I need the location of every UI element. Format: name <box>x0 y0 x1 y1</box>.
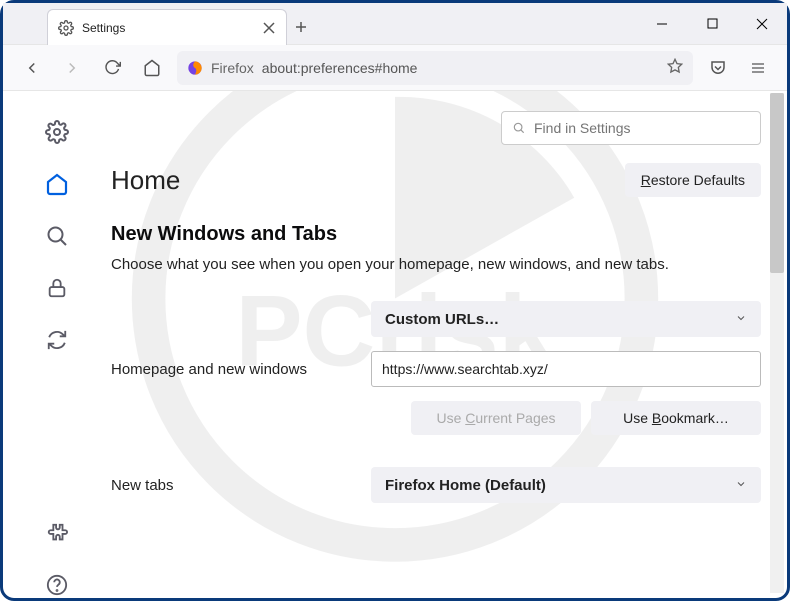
sidebar-extensions-icon[interactable] <box>44 520 70 546</box>
section-description: Choose what you see when you open your h… <box>111 254 761 275</box>
chevron-down-icon <box>735 477 747 494</box>
chevron-down-icon <box>735 311 747 328</box>
restore-defaults-button[interactable]: Restore Defaults <box>625 163 761 197</box>
newtabs-label: New tabs <box>111 477 371 494</box>
sidebar-general-icon[interactable] <box>44 119 70 145</box>
url-text: about:preferences#home <box>262 60 418 76</box>
gear-icon <box>58 20 74 36</box>
pocket-button[interactable] <box>703 53 733 83</box>
sidebar-home-icon[interactable] <box>44 171 70 197</box>
use-bookmark-button[interactable]: Use Bookmark… <box>591 401 761 435</box>
app-menu-button[interactable] <box>743 53 773 83</box>
homepage-mode-select[interactable]: Custom URLs… <box>371 301 761 337</box>
settings-sidebar <box>3 91 111 598</box>
sidebar-sync-icon[interactable] <box>44 327 70 353</box>
tab-title: Settings <box>82 21 254 35</box>
new-tab-button[interactable] <box>287 9 315 44</box>
back-button[interactable] <box>17 53 47 83</box>
homepage-label: Homepage and new windows <box>111 361 371 378</box>
reload-button[interactable] <box>97 53 127 83</box>
homepage-url-input[interactable] <box>371 351 761 387</box>
use-current-pages-button[interactable]: Use Current Pages <box>411 401 581 435</box>
section-heading: New Windows and Tabs <box>111 223 761 246</box>
window-controls <box>637 3 787 44</box>
page-title: Home <box>111 165 180 196</box>
close-window-button[interactable] <box>737 3 787 44</box>
newtabs-select[interactable]: Firefox Home (Default) <box>371 467 761 503</box>
firefox-icon <box>187 60 203 76</box>
settings-search[interactable] <box>501 111 761 145</box>
home-nav-button[interactable] <box>137 53 167 83</box>
minimize-button[interactable] <box>637 3 687 44</box>
newtabs-value: Firefox Home (Default) <box>385 477 546 494</box>
nav-toolbar: Firefox about:preferences#home <box>3 45 787 91</box>
forward-button[interactable] <box>57 53 87 83</box>
settings-main: Home Restore Defaults New Windows and Ta… <box>111 91 787 598</box>
homepage-mode-value: Custom URLs… <box>385 311 499 328</box>
close-tab-icon[interactable] <box>262 21 276 35</box>
scrollbar-thumb[interactable] <box>770 93 784 273</box>
url-bar[interactable]: Firefox about:preferences#home <box>177 51 693 85</box>
sidebar-search-icon[interactable] <box>44 223 70 249</box>
settings-search-input[interactable] <box>534 120 750 136</box>
identity-label: Firefox <box>211 60 254 76</box>
title-bar: Settings <box>3 3 787 45</box>
vertical-scrollbar[interactable] <box>770 93 784 593</box>
search-icon <box>512 121 526 135</box>
sidebar-help-icon[interactable] <box>44 572 70 598</box>
bookmark-star-icon[interactable] <box>667 58 683 77</box>
maximize-button[interactable] <box>687 3 737 44</box>
browser-tab[interactable]: Settings <box>47 9 287 45</box>
sidebar-privacy-icon[interactable] <box>44 275 70 301</box>
